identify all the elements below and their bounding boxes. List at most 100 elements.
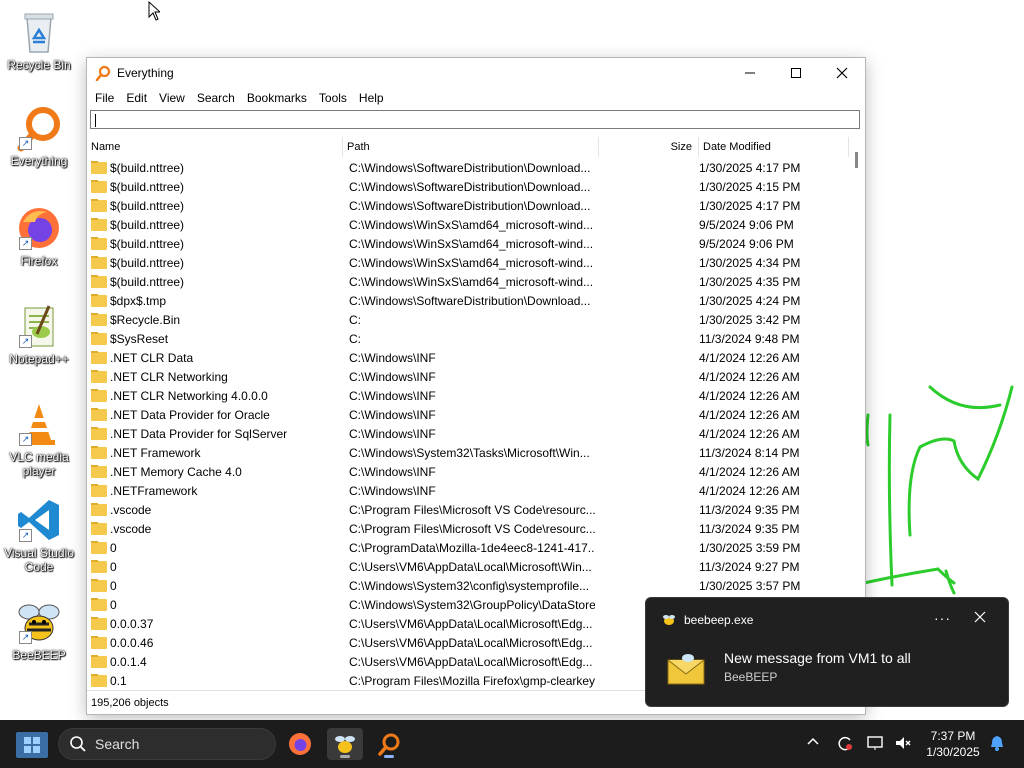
table-row[interactable]: .NET Data Provider for SqlServer C:\Windo… bbox=[87, 424, 849, 443]
file-name: 0.0.0.37 bbox=[110, 616, 154, 631]
scrollbar-thumb[interactable] bbox=[855, 152, 858, 168]
file-date-modified: 1/30/2025 3:42 PM bbox=[699, 312, 801, 327]
system-clock[interactable]: 7:37 PM 1/30/2025 bbox=[918, 728, 988, 760]
row-name-cell: .NET Data Provider for Oracle bbox=[87, 407, 343, 422]
file-name: .NET Data Provider for SqlServer bbox=[110, 426, 288, 441]
desktop-icon-firefox[interactable]: ↗ Firefox bbox=[0, 204, 78, 268]
taskbar-search-box[interactable]: Search bbox=[58, 728, 276, 760]
menu-file[interactable]: File bbox=[89, 91, 120, 105]
table-row[interactable]: $(build.nttree) C:\Windows\WinSxS\amd64_m… bbox=[87, 234, 849, 253]
row-name-cell: 0.0.0.37 bbox=[87, 616, 343, 631]
window-titlebar[interactable]: Everything bbox=[87, 58, 865, 88]
file-path: C:\Users\VM6\AppData\Local\Microsoft\Edg… bbox=[349, 654, 593, 669]
column-header-name[interactable]: Name bbox=[87, 137, 343, 157]
row-name-cell: $(build.nttree) bbox=[87, 255, 343, 270]
table-row[interactable]: 0 C:\Users\VM6\AppData\Local\Microsoft\Wi… bbox=[87, 557, 849, 576]
column-header-path[interactable]: Path bbox=[343, 137, 599, 157]
notification-toast[interactable]: beebeep.exe ··· New message from VM1 to … bbox=[645, 597, 1009, 707]
windows-start-icon bbox=[16, 732, 48, 758]
close-icon bbox=[974, 611, 986, 623]
file-name: $(build.nttree) bbox=[110, 255, 185, 270]
table-row[interactable]: 0 C:\Windows\System32\config\systemprofil… bbox=[87, 576, 849, 595]
notification-app-name: beebeep.exe bbox=[684, 613, 754, 627]
network-icon[interactable] bbox=[866, 734, 884, 755]
file-path: C:\Windows\SoftwareDistribution\Download… bbox=[349, 160, 591, 175]
desktop-icon-vscode[interactable]: ↗ Visual Studio Code bbox=[0, 496, 78, 574]
file-date-modified: 4/1/2024 12:26 AM bbox=[699, 464, 800, 479]
table-row[interactable]: .NETFramework C:\Windows\INF 4/1/2024 12:2… bbox=[87, 481, 849, 500]
column-header-size[interactable]: Size bbox=[599, 137, 699, 157]
menu-help[interactable]: Help bbox=[353, 91, 390, 105]
table-row[interactable]: .NET Memory Cache 4.0 C:\Windows\INF 4/1/2… bbox=[87, 462, 849, 481]
row-name-cell: $(build.nttree) bbox=[87, 198, 343, 213]
row-name-cell: 0 bbox=[87, 540, 343, 555]
desktop-icon-vlc[interactable]: ↗ VLC media player bbox=[0, 400, 78, 478]
taskbar-search-label: Search bbox=[95, 736, 140, 752]
file-path: C:\Users\VM6\AppData\Local\Microsoft\Edg… bbox=[349, 616, 593, 631]
maximize-button[interactable] bbox=[773, 58, 819, 88]
beebeep-small-icon bbox=[663, 615, 675, 625]
table-row[interactable]: $(build.nttree) C:\Windows\SoftwareDistri… bbox=[87, 158, 849, 177]
notepad-plus-plus-icon: ↗ bbox=[15, 302, 63, 350]
file-date-modified: 4/1/2024 12:26 AM bbox=[699, 388, 800, 403]
minimize-button[interactable] bbox=[727, 58, 773, 88]
table-row[interactable]: .vscode C:\Program Files\Microsoft VS Cod… bbox=[87, 519, 849, 538]
table-row[interactable]: $dpx$.tmp C:\Windows\SoftwareDistribution… bbox=[87, 291, 849, 310]
menu-bookmarks[interactable]: Bookmarks bbox=[241, 91, 313, 105]
taskbar-everything[interactable] bbox=[371, 728, 407, 760]
clock-date: 1/30/2025 bbox=[926, 745, 980, 759]
desktop-icon-label: Notepad++ bbox=[9, 352, 69, 366]
object-count: 195,206 objects bbox=[91, 697, 169, 709]
chevron-up-icon[interactable] bbox=[806, 734, 820, 751]
row-name-cell: .NET Memory Cache 4.0 bbox=[87, 464, 343, 479]
menu-tools[interactable]: Tools bbox=[313, 91, 353, 105]
notification-close-button[interactable] bbox=[974, 610, 986, 626]
notification-bell-icon[interactable] bbox=[988, 734, 1006, 755]
update-sync-icon[interactable] bbox=[836, 734, 854, 755]
row-name-cell: .NETFramework bbox=[87, 483, 343, 498]
menu-edit[interactable]: Edit bbox=[120, 91, 153, 105]
file-path: C: bbox=[349, 312, 361, 327]
file-name: 0.0.0.46 bbox=[110, 635, 154, 650]
table-row[interactable]: $(build.nttree) C:\Windows\WinSxS\amd64_m… bbox=[87, 215, 849, 234]
desktop-icon-everything[interactable]: ↗ Everything bbox=[0, 104, 78, 168]
table-row[interactable]: 0 C:\ProgramData\Mozilla-1de4eec8-1241-41… bbox=[87, 538, 849, 557]
desktop-icon-recycle-bin[interactable]: Recycle Bin bbox=[0, 8, 78, 72]
folder-icon bbox=[91, 673, 107, 687]
folder-icon bbox=[91, 388, 107, 402]
more-options-button[interactable]: ··· bbox=[934, 610, 951, 626]
table-row[interactable]: $Recycle.Bin C: 1/30/2025 3:42 PM bbox=[87, 310, 849, 329]
speaker-muted-icon[interactable] bbox=[894, 734, 912, 755]
table-row[interactable]: .NET CLR Networking C:\Windows\INF 4/1/202… bbox=[87, 367, 849, 386]
table-row[interactable]: .NET CLR Networking 4.0.0.0 C:\Windows\IN… bbox=[87, 386, 849, 405]
start-button[interactable] bbox=[16, 732, 48, 758]
table-row[interactable]: .vscode C:\Program Files\Microsoft VS Cod… bbox=[87, 500, 849, 519]
table-row[interactable]: $(build.nttree) C:\Windows\WinSxS\amd64_m… bbox=[87, 272, 849, 291]
file-path: C:\Windows\WinSxS\amd64_microsoft-wind..… bbox=[349, 217, 594, 232]
table-row[interactable]: .NET Data Provider for Oracle C:\Windows\… bbox=[87, 405, 849, 424]
folder-icon bbox=[91, 160, 107, 174]
table-row[interactable]: .NET CLR Data C:\Windows\INF 4/1/2024 12:2… bbox=[87, 348, 849, 367]
table-row[interactable]: $(build.nttree) C:\Windows\SoftwareDistri… bbox=[87, 196, 849, 215]
close-button[interactable] bbox=[819, 58, 865, 88]
table-row[interactable]: $(build.nttree) C:\Windows\WinSxS\amd64_m… bbox=[87, 253, 849, 272]
folder-icon bbox=[91, 274, 107, 288]
desktop-icon-notepad-plus-plus[interactable]: ↗ Notepad++ bbox=[0, 302, 78, 366]
taskbar-beebeep[interactable] bbox=[327, 728, 363, 760]
taskbar-firefox[interactable] bbox=[282, 728, 318, 760]
search-input[interactable] bbox=[90, 110, 860, 129]
menu-search[interactable]: Search bbox=[191, 91, 241, 105]
row-name-cell: .NET Framework bbox=[87, 445, 343, 460]
desktop-icon-beebeep[interactable]: ↗ BeeBEEP bbox=[0, 598, 78, 662]
desktop-icon-label: Visual Studio Code bbox=[4, 546, 74, 574]
column-header-date-modified[interactable]: Date Modified bbox=[699, 137, 849, 157]
file-path: C:\Windows\WinSxS\amd64_microsoft-wind..… bbox=[349, 236, 594, 251]
table-row[interactable]: $SysReset C: 11/3/2024 9:48 PM bbox=[87, 329, 849, 348]
file-date-modified: 1/30/2025 4:34 PM bbox=[699, 255, 801, 270]
table-row[interactable]: .NET Framework C:\Windows\System32\Tasks\… bbox=[87, 443, 849, 462]
file-path: C:\Windows\System32\config\systemprofile… bbox=[349, 578, 590, 593]
file-name: .vscode bbox=[110, 521, 152, 536]
file-path: C:\Program Files\Microsoft VS Code\resou… bbox=[349, 521, 595, 536]
menu-view[interactable]: View bbox=[153, 91, 191, 105]
table-row[interactable]: $(build.nttree) C:\Windows\SoftwareDistri… bbox=[87, 177, 849, 196]
